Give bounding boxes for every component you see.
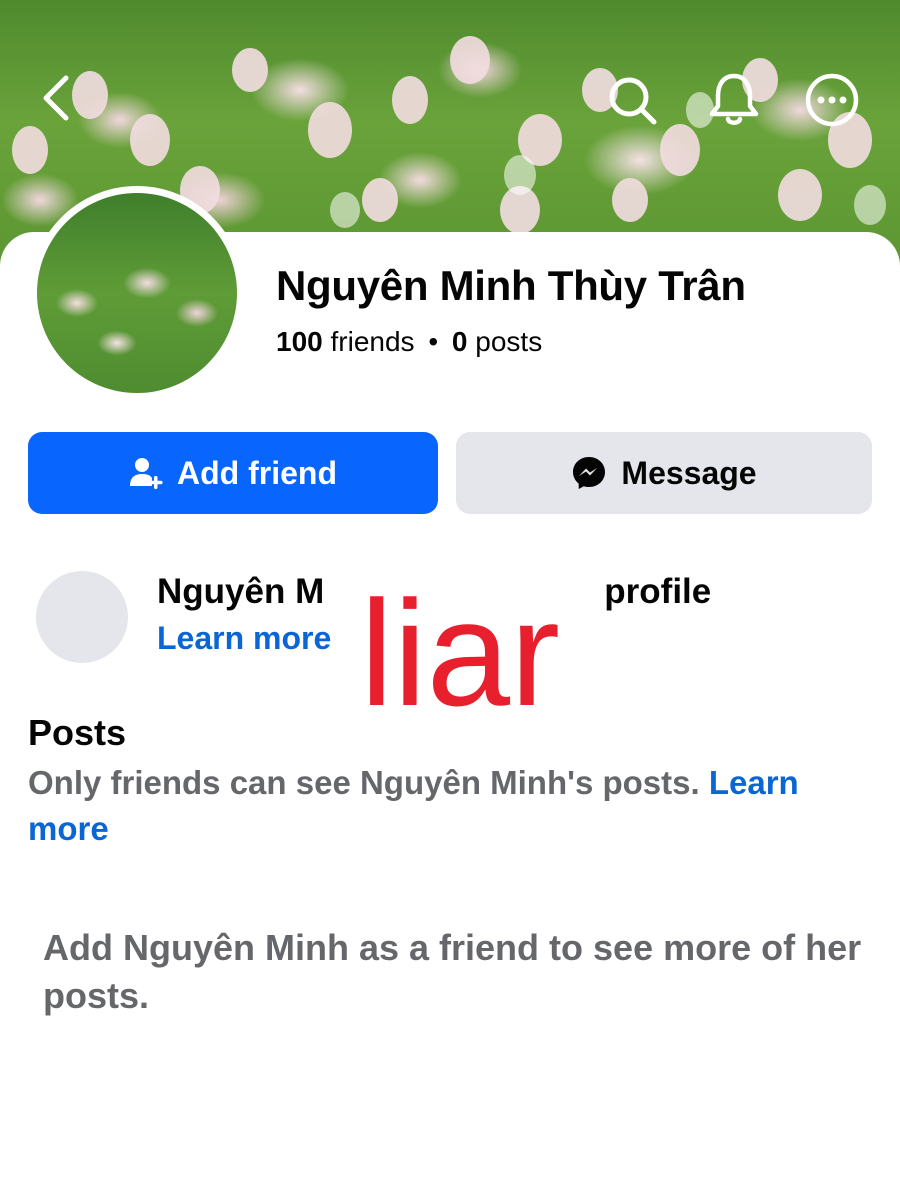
profile-avatar-ring[interactable] xyxy=(30,186,244,400)
back-button[interactable] xyxy=(28,70,84,126)
profile-avatar[interactable] xyxy=(37,193,237,393)
message-button[interactable]: Message xyxy=(456,432,872,514)
profile-stats: 100 friends • 0 posts xyxy=(276,326,542,358)
overlay-annotation: liar xyxy=(360,569,561,737)
profile-name: Nguyên Minh Thùy Trân xyxy=(276,262,746,309)
posts-privacy-text: Only friends can see Nguyên Minh's posts… xyxy=(28,760,868,852)
add-friend-label: Add friend xyxy=(177,454,337,491)
info-avatar xyxy=(36,571,128,663)
notifications-button[interactable] xyxy=(702,68,766,132)
search-icon xyxy=(609,77,657,125)
info-learn-more-link[interactable]: Learn more xyxy=(157,620,331,657)
search-button[interactable] xyxy=(600,68,664,132)
posts-count: 0 xyxy=(451,326,468,357)
messenger-icon xyxy=(573,457,606,489)
bell-icon xyxy=(709,73,759,125)
info-title-start: Nguyên M xyxy=(157,572,325,611)
add-person-icon xyxy=(130,458,163,489)
friends-label[interactable]: friends xyxy=(331,326,415,357)
posts-privacy-message: Only friends can see Nguyên Minh's posts… xyxy=(28,764,700,801)
posts-heading: Posts xyxy=(28,712,127,753)
more-options-button[interactable] xyxy=(800,68,864,132)
message-label: Message xyxy=(621,454,757,491)
stats-separator: • xyxy=(428,326,439,357)
more-horizontal-icon xyxy=(805,73,859,127)
add-friend-note: Add Nguyên Minh as a friend to see more … xyxy=(43,927,862,1016)
add-friend-button[interactable]: Add friend xyxy=(28,432,438,514)
friends-count[interactable]: 100 xyxy=(276,326,323,357)
chevron-left-icon xyxy=(43,75,69,121)
info-title-end: ' profile xyxy=(586,572,712,611)
posts-label: posts xyxy=(475,326,543,357)
